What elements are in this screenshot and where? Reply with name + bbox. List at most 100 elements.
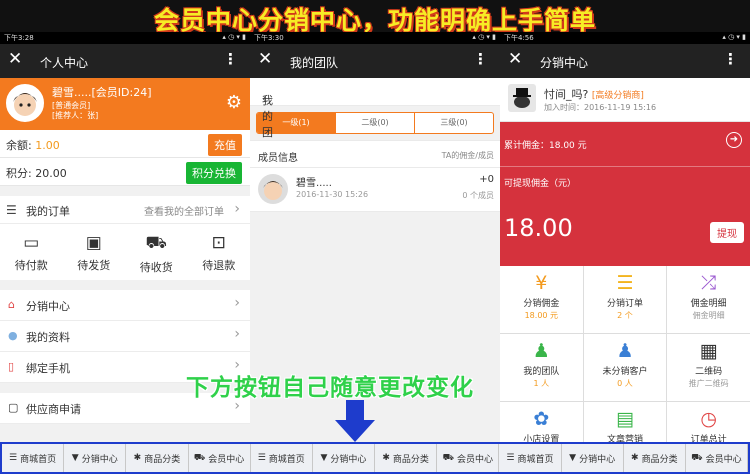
grid-item-7[interactable]: ▤文章营销文章营销列表 xyxy=(583,402,667,442)
bottom-nav-item-1[interactable]: ▼ 分销中心 xyxy=(64,444,127,472)
arrow-right-icon[interactable]: ➜ xyxy=(726,132,742,148)
order-tab-pending-payment[interactable]: ▭ 待付款 xyxy=(0,224,63,280)
grid-sub: 推广二维码 xyxy=(688,379,729,388)
truck-icon: ⛟ xyxy=(145,233,167,253)
recharge-button[interactable]: 充值 xyxy=(208,134,242,156)
bottom-nav-item-8[interactable]: ☰ 商城首页 xyxy=(499,444,562,472)
grid-item-6[interactable]: ✿小店设置设置我的小店 xyxy=(500,402,583,442)
avatar xyxy=(6,84,44,122)
nav-icon: ☰ xyxy=(506,453,515,463)
phone-distribution-center: 下午4:56 ▴ ◷ ▾ ▮ ✕ 分销中心 ⋮ 忖间_吗? [高级分销商] 加入时… xyxy=(500,32,750,442)
status-icons: ▴ ◷ ▾ ▮ xyxy=(222,33,246,41)
bottom-nav: ☰ 商城首页 ▼ 分销中心 ✱ 商品分类 ⛟ 会员中心 ☰ 商城首页 ▼ 分销中心 ✱ 商品分类 ⛟ 会员中心… xyxy=(0,442,750,474)
title-bar: ✕ 个人中心 ⋮ xyxy=(0,44,250,78)
grid-label: 未分销客户 xyxy=(602,367,648,377)
points-exchange-button[interactable]: 积分兑换 xyxy=(186,162,242,184)
menu-item-label: 我的资料 xyxy=(26,331,70,344)
grid-item-5[interactable]: ▦ 二维码 推广二维码 xyxy=(667,334,750,401)
order-tab-pending-shipment[interactable]: ▣ 待发货 xyxy=(63,224,126,280)
bottom-nav-item-5[interactable]: ▼ 分销中心 xyxy=(313,444,376,472)
bottom-nav-item-3[interactable]: ⛟ 会员中心 xyxy=(189,444,251,472)
bottom-nav-item-9[interactable]: ▼ 分销中心 xyxy=(562,444,624,472)
menu-item-label: 分销中心 xyxy=(26,300,70,313)
bottom-nav-item-2[interactable]: ✱ 商品分类 xyxy=(126,444,189,472)
list-icon: ☰ xyxy=(6,203,17,217)
status-icons: ▴ ◷ ▾ ▮ xyxy=(472,33,496,41)
more-menu-icon[interactable]: ⋮ xyxy=(223,50,238,68)
my-orders-row[interactable]: ☰ 我的订单 查看我的全部订单 › xyxy=(0,196,250,224)
bottom-nav-item-0[interactable]: ☰ 商城首页 xyxy=(2,444,65,472)
order-tab-pending-receipt[interactable]: ⛟ 待收货 xyxy=(125,224,188,280)
grid-sub: 18.00 元 xyxy=(524,311,559,320)
nav-icon: ☰ xyxy=(257,453,266,463)
bottom-nav-item-6[interactable]: ✱ 商品分类 xyxy=(375,444,438,472)
grid-item-4[interactable]: ♟ 未分销客户 0 人 xyxy=(583,334,667,401)
order-tab-label: 待发货 xyxy=(77,259,111,272)
more-menu-icon[interactable]: ⋮ xyxy=(723,50,738,68)
header-member-info: 成员信息 xyxy=(258,153,298,164)
bottom-nav-item-7[interactable]: ⛟ 会员中心 xyxy=(437,444,500,472)
page-title: 个人中心 xyxy=(40,56,89,70)
bottom-nav-item-10[interactable]: ✱ 商品分类 xyxy=(624,444,686,472)
nav-icon: ⛟ xyxy=(691,452,703,463)
member-count: 0 个成员 xyxy=(462,191,494,200)
balance-label: 余额: xyxy=(6,139,32,152)
nav-icon: ✱ xyxy=(382,453,390,463)
nav-label: 会员中心 xyxy=(456,454,493,465)
function-grid: ¥ 分销佣金 18.00 元 ☰ 分销订单 2 个 ⤮ 佣金明细 佣金明细 ♟ 我的团队 1 人 ♟ 未分… xyxy=(500,266,750,442)
nav-icon: ⛟ xyxy=(193,452,206,463)
nav-label: 分销中心 xyxy=(579,454,616,465)
grid-item-8[interactable]: ◷订单总计60 元 xyxy=(667,402,750,442)
withdrawable-amount: 18.00 xyxy=(504,214,573,242)
close-icon[interactable]: ✕ xyxy=(8,49,22,69)
member-commission: +0 xyxy=(479,174,494,185)
member-list-header: 成员信息 TA的佣金/成员 xyxy=(250,140,500,168)
title-bar: ✕ 我的团队 ⋮ xyxy=(250,44,500,78)
grid-item-0[interactable]: ¥ 分销佣金 18.00 元 xyxy=(500,266,583,333)
nav-label: 会员中心 xyxy=(208,454,245,465)
grid-item-1[interactable]: ☰ 分销订单 2 个 xyxy=(583,266,667,333)
card-icon: ▭ xyxy=(23,233,40,253)
arrow-down-icon xyxy=(335,400,375,442)
gear-icon[interactable]: ⚙ xyxy=(226,92,242,113)
grid-item-3[interactable]: ♟ 我的团队 1 人 xyxy=(500,334,583,401)
more-menu-icon[interactable]: ⋮ xyxy=(473,50,488,68)
member-date: 2016-11-30 15:26 xyxy=(296,190,369,199)
order-tab-pending-refund[interactable]: ⊡ 待退款 xyxy=(188,224,251,280)
grid-sub: 0 人 xyxy=(617,379,633,388)
bottom-nav-item-11[interactable]: ⛟ 会员中心 xyxy=(686,444,749,472)
grid-label: 分销订单 xyxy=(606,299,643,309)
menu-item-my-profile[interactable]: ● 我的资料 › xyxy=(0,321,250,352)
list-item[interactable]: 碧雪..... 2016-11-30 15:26 +0 0 个成员 xyxy=(250,168,500,212)
grid-item-2[interactable]: ⤮ 佣金明细 佣金明细 xyxy=(667,266,750,333)
tab-level-3[interactable]: 三级(0) xyxy=(414,113,493,133)
distributor-badge: [高级分销商] xyxy=(591,91,644,101)
commission-panel: 累计佣金：18.00 元 ➜ 可提现佣金（元） 18.00 提现 xyxy=(500,122,750,266)
avatar xyxy=(258,174,288,204)
withdraw-button[interactable]: 提现 xyxy=(710,222,744,243)
grid-label: 分销佣金 xyxy=(523,299,560,309)
grid-icon: ✿ xyxy=(533,408,550,430)
grid-icon: ▤ xyxy=(616,408,634,430)
status-bar: 下午3:28 ▴ ◷ ▾ ▮ xyxy=(0,32,250,44)
close-icon[interactable]: ✕ xyxy=(508,49,522,69)
nav-label: 商品分类 xyxy=(641,454,678,465)
status-icons: ▴ ◷ ▾ ▮ xyxy=(722,33,746,41)
box-icon: ▣ xyxy=(85,233,102,253)
nav-icon: ⛟ xyxy=(442,452,454,463)
phone-icon: ▯ xyxy=(8,360,15,373)
nav-icon: ✱ xyxy=(133,453,142,463)
nav-icon: ▼ xyxy=(569,453,577,463)
chevron-right-icon: › xyxy=(234,326,240,342)
bottom-nav-item-4[interactable]: ☰ 商城首页 xyxy=(251,444,313,472)
back-row[interactable]: ‹ 我的团队(1) xyxy=(250,78,500,169)
nav-label: 商品分类 xyxy=(144,454,181,465)
menu-item-distribution-center[interactable]: ⌂ 分销中心 › xyxy=(0,290,250,321)
page-title: 分销中心 xyxy=(540,56,589,70)
tab-level-2[interactable]: 二级(0) xyxy=(335,113,414,133)
status-bar: 下午4:56 ▴ ◷ ▾ ▮ xyxy=(500,32,750,44)
close-icon[interactable]: ✕ xyxy=(258,49,272,69)
grid-icon: ¥ xyxy=(535,272,548,294)
grid-label: 小店设置 xyxy=(523,435,560,442)
balance-value: 1.00 xyxy=(35,139,60,152)
